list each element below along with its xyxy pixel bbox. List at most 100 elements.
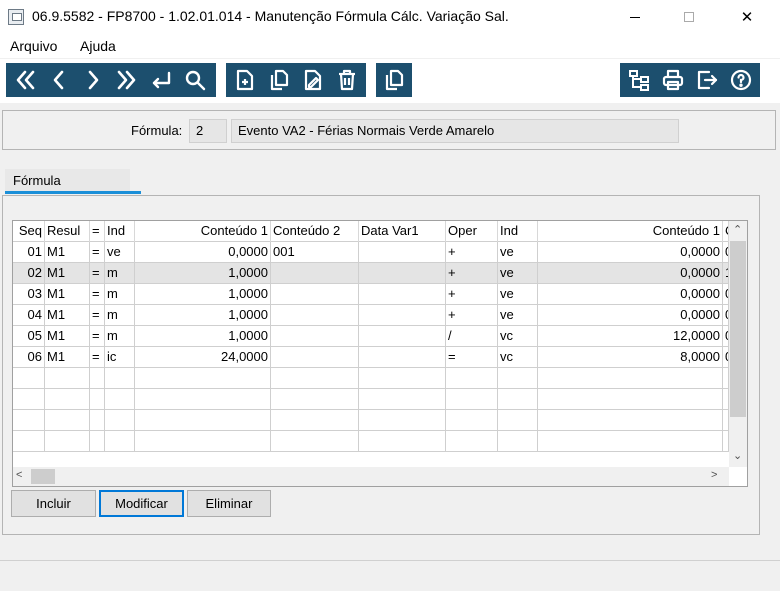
horizontal-scrollbar[interactable]: < > [13,467,729,486]
table-cell [359,326,446,347]
table-cell: M1 [45,305,90,326]
new-button[interactable] [228,63,262,97]
exit-icon [697,70,718,90]
previous-button[interactable] [42,63,76,97]
first-button[interactable] [8,63,42,97]
delete-button[interactable] [330,63,364,97]
table-cell [538,368,723,389]
print-button[interactable] [656,63,690,97]
table-cell [271,347,359,368]
table-cell: 001 [271,242,359,263]
table-cell [359,410,446,431]
table-cell: = [446,347,498,368]
table-row-empty[interactable] [13,410,729,431]
table-cell [359,347,446,368]
table-row[interactable]: 03M1=m1,0000+ve0,00000 [13,284,729,305]
next-icon [88,70,99,90]
modificar-button[interactable]: Modificar [99,490,184,517]
table-cell [45,368,90,389]
tab-active-indicator [5,191,141,194]
table-cell [359,368,446,389]
tree-button[interactable] [622,63,656,97]
table-row[interactable]: 01M1=ve0,0000001+ve0,00000 [13,242,729,263]
title-bar: 06.9.5582 - FP8700 - 1.02.01.014 - Manut… [0,0,780,34]
maximize-button[interactable] [666,0,712,34]
help-button[interactable] [724,63,758,97]
scroll-right-icon[interactable]: > [711,469,717,481]
toolbar-extra-group [376,63,412,97]
incluir-label: Incluir [36,496,71,511]
scroll-left-icon[interactable]: < [16,469,22,481]
table-row[interactable]: 02M1=m1,0000+ve0,00001 [13,263,729,284]
duplicate-button[interactable] [378,63,410,97]
next-button[interactable] [76,63,110,97]
scroll-up-icon[interactable]: ⌃ [733,223,742,236]
table-cell: 06 [15,347,45,368]
column-header: Ind [105,221,135,242]
table-cell [45,410,90,431]
table-cell [271,410,359,431]
formula-grid[interactable]: Seq Resul = Ind Conteúdo 1 Conteúdo 2 Data Var… [12,220,748,487]
eliminar-label: Eliminar [205,496,253,511]
menu-ajuda[interactable]: Ajuda [80,38,116,54]
table-row-empty[interactable] [13,389,729,410]
table-row[interactable]: 04M1=m1,0000+ve0,00000 [13,305,729,326]
search-button[interactable] [178,63,212,97]
edit-button[interactable] [296,63,330,97]
table-cell: m [105,305,135,326]
table-cell: + [446,263,498,284]
table-row-empty[interactable] [13,368,729,389]
table-cell [105,389,135,410]
column-header: Conteúdo 2 [271,221,359,242]
return-button[interactable] [144,63,178,97]
table-cell: M1 [45,263,90,284]
column-header: Seq [15,221,45,242]
table-cell: m [105,326,135,347]
table-cell [359,389,446,410]
incluir-button[interactable]: Incluir [11,490,96,517]
table-cell [446,431,498,452]
table-row-empty[interactable] [13,431,729,452]
close-button[interactable]: ✕ [724,0,770,34]
table-cell: M1 [45,326,90,347]
vertical-scrollbar[interactable]: ⌃ ⌄ [729,221,747,467]
search-icon [185,70,206,91]
table-row[interactable]: 05M1=m1,0000/vc12,00000 [13,326,729,347]
table-cell [538,431,723,452]
horizontal-scroll-thumb[interactable] [31,469,55,484]
column-header: Data Var1 [359,221,446,242]
last-button[interactable] [110,63,144,97]
table-row[interactable]: 06M1=ic24,0000=vc8,00000 [13,347,729,368]
table-cell [271,431,359,452]
minimize-button[interactable] [612,0,658,34]
table-cell [498,368,538,389]
exit-button[interactable] [690,63,724,97]
table-cell: ve [498,305,538,326]
menu-arquivo[interactable]: Arquivo [10,38,57,54]
table-cell: 01 [15,242,45,263]
eliminar-button[interactable]: Eliminar [187,490,271,517]
copy-button[interactable] [262,63,296,97]
table-cell: ve [498,284,538,305]
table-cell: ic [105,347,135,368]
table-cell: 02 [15,263,45,284]
table-cell: M1 [45,242,90,263]
table-cell [359,242,446,263]
table-cell [446,389,498,410]
table-cell: 05 [15,326,45,347]
table-cell: ve [498,242,538,263]
table-cell [135,431,271,452]
tab-formula[interactable]: Fórmula [5,166,141,194]
last-icon [117,70,136,90]
table-cell: + [446,305,498,326]
table-cell [271,284,359,305]
table-cell: + [446,284,498,305]
table-cell: m [105,284,135,305]
table-cell: 8,0000 [538,347,723,368]
table-cell [105,431,135,452]
vertical-scroll-thumb[interactable] [730,241,746,417]
duplicate-icon [385,69,404,91]
tree-icon [629,70,649,91]
table-cell: = [90,305,105,326]
scroll-down-icon[interactable]: ⌄ [733,449,742,462]
